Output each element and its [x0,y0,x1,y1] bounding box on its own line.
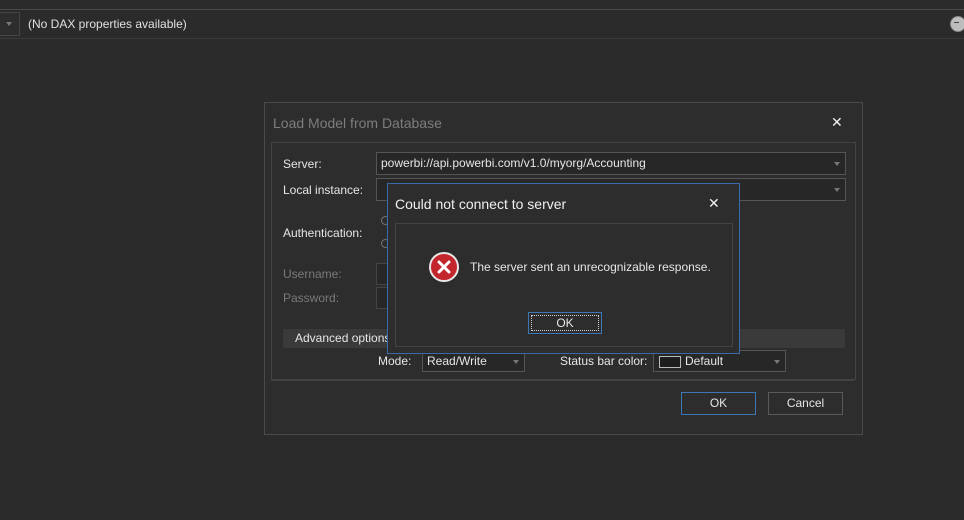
error-dialog-title: Could not connect to server [395,196,567,212]
footer-separator [271,380,854,381]
mode-value: Read/Write [427,354,487,368]
server-value: powerbi://api.powerbi.com/v1.0/myorg/Acc… [381,156,646,170]
chevron-down-icon [6,22,12,26]
authentication-label: Authentication: [283,226,363,240]
chevron-down-icon [513,360,519,364]
chevron-down-icon [834,162,840,166]
dax-properties-dropdown[interactable] [0,12,20,36]
ok-button[interactable]: OK [681,392,756,415]
password-label: Password: [283,291,340,305]
local-instance-label: Local instance: [283,183,364,197]
error-dialog-body: The server sent an unrecognizable respon… [395,223,733,347]
mode-label: Mode: [378,354,412,368]
advanced-options-label: Advanced options [295,331,391,345]
cancel-button[interactable]: Cancel [768,392,843,415]
dialog-title: Load Model from Database [273,115,442,131]
error-ok-button[interactable]: OK [528,312,602,334]
dax-properties-bar: (No DAX properties available) [0,10,964,39]
error-x-icon [429,252,459,282]
chevron-down-icon [774,360,780,364]
error-message: The server sent an unrecognizable respon… [470,260,711,274]
status-bar-color-value: Default [685,354,724,368]
chevron-down-icon [834,188,840,192]
server-combobox[interactable]: powerbi://api.powerbi.com/v1.0/myorg/Acc… [376,152,846,175]
close-icon[interactable]: ✕ [831,114,843,131]
top-separator [0,0,964,10]
dax-properties-label: (No DAX properties available) [28,17,187,31]
close-icon[interactable]: ✕ [708,195,720,212]
username-label: Username: [283,267,342,281]
color-swatch [659,356,681,368]
collapse-circle-icon[interactable] [950,16,964,32]
error-dialog: Could not connect to server ✕ The server… [387,183,740,354]
status-bar-color-label: Status bar color: [560,354,648,368]
server-label: Server: [283,157,322,171]
error-ok-label: OK [556,316,574,330]
